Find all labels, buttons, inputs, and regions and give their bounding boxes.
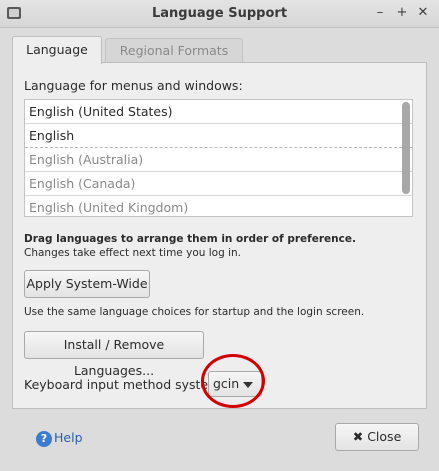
system-note: Use the same language choices for startu… bbox=[24, 306, 365, 318]
language-section-heading: Language for menus and windows: bbox=[24, 78, 243, 93]
tab-language[interactable]: Language bbox=[12, 36, 102, 64]
drag-hint-sub: Changes take effect next time you log in… bbox=[24, 247, 241, 259]
drag-hint: Drag languages to arrange them in order … bbox=[24, 233, 356, 245]
close-button[interactable]: ✖ Close bbox=[335, 423, 419, 451]
scrollbar-thumb[interactable] bbox=[402, 102, 410, 194]
list-item[interactable]: English bbox=[25, 124, 412, 148]
title-bar: Language Support – + ✕ bbox=[0, 0, 439, 28]
keyboard-input-label: Keyboard input method system: bbox=[24, 377, 225, 392]
close-window-icon[interactable]: ✕ bbox=[415, 4, 431, 22]
close-label: Close bbox=[367, 429, 402, 444]
tab-regional-formats[interactable]: Regional Formats bbox=[105, 38, 243, 62]
help-button[interactable]: ? Help bbox=[36, 428, 83, 448]
install-remove-languages-button[interactable]: Install / Remove Languages... bbox=[24, 331, 204, 378]
list-item[interactable]: English (United Kingdom) bbox=[25, 196, 412, 216]
list-item[interactable]: English (Australia) bbox=[25, 148, 412, 172]
annotation-circle bbox=[201, 354, 265, 408]
list-scrollbar[interactable] bbox=[402, 102, 410, 214]
minimize-icon[interactable]: – bbox=[372, 4, 388, 22]
list-item[interactable]: English (Canada) bbox=[25, 172, 412, 196]
help-icon: ? bbox=[36, 430, 52, 447]
help-label: Help bbox=[54, 430, 83, 445]
maximize-icon[interactable]: + bbox=[394, 4, 410, 22]
language-list[interactable]: English (United States) English English … bbox=[24, 99, 413, 217]
close-icon: ✖ bbox=[352, 429, 364, 444]
list-item[interactable]: English (United States) bbox=[25, 100, 412, 124]
apply-system-wide-button[interactable]: Apply System-Wide bbox=[24, 270, 150, 298]
